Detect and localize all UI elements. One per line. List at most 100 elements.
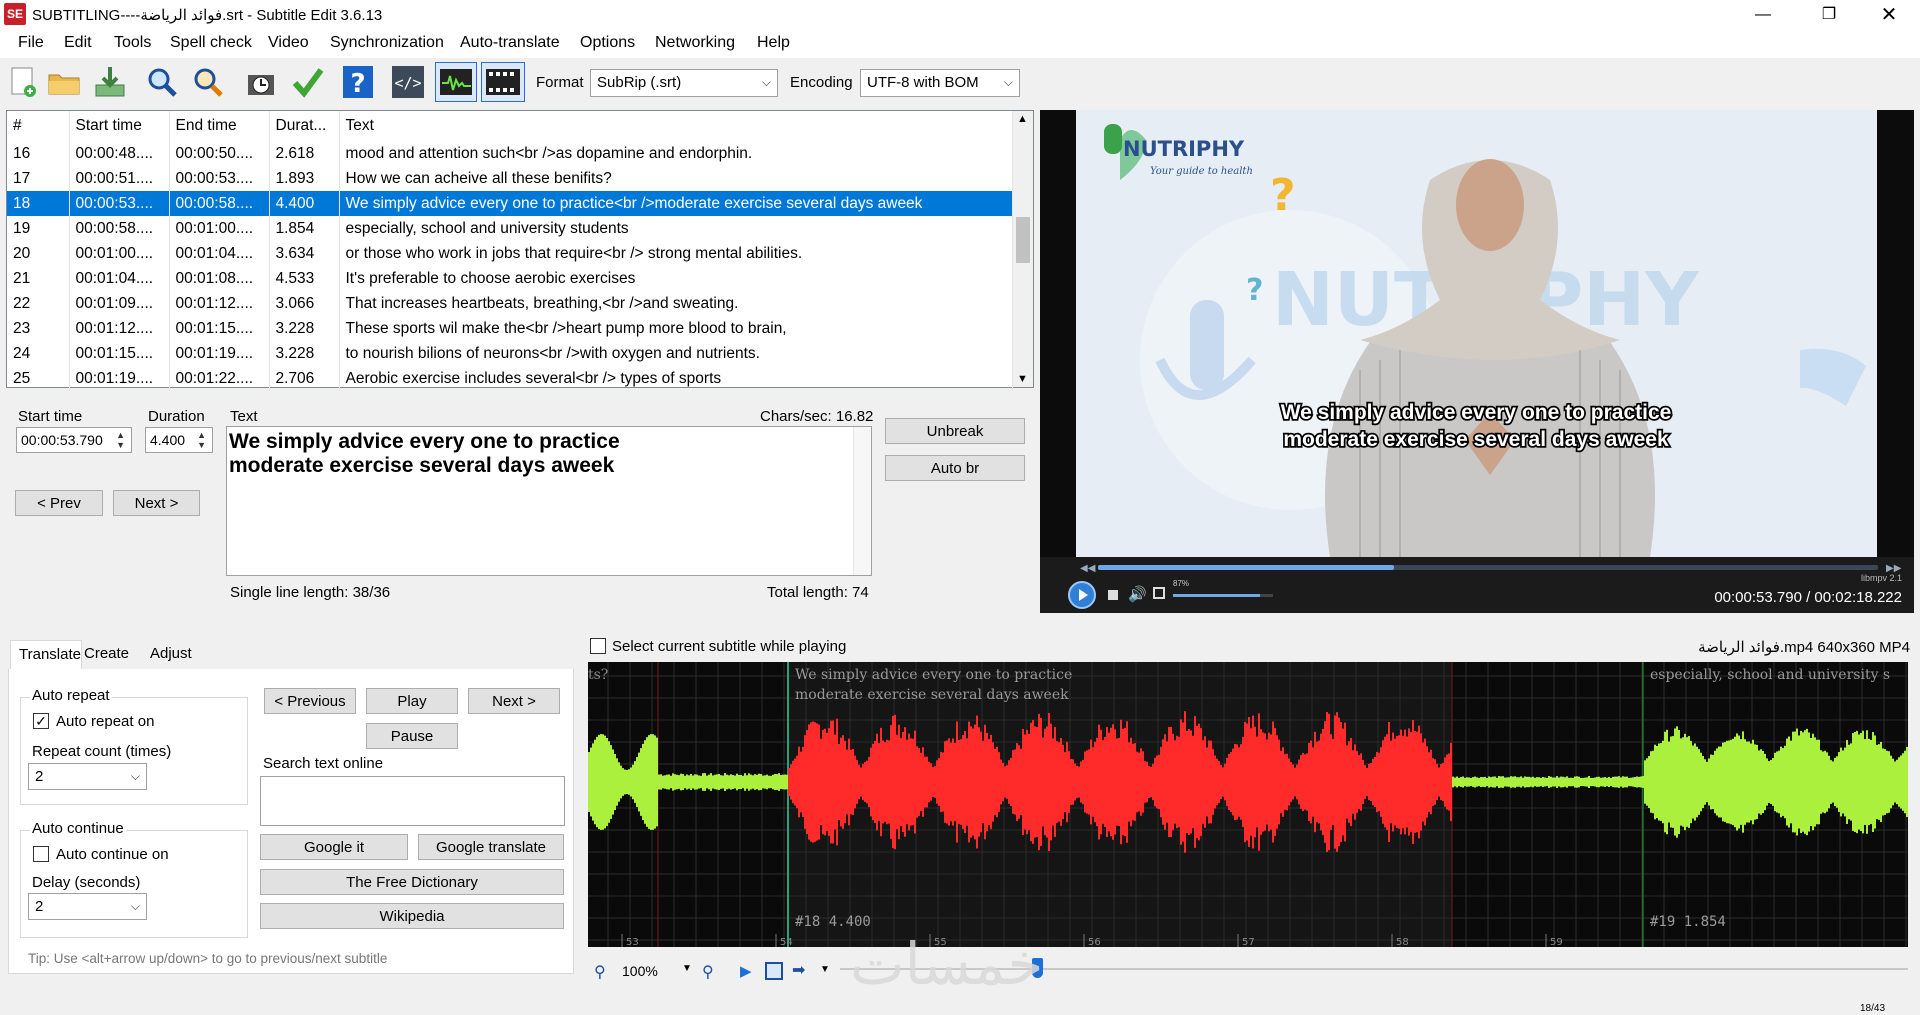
grid-scrollbar[interactable]: ▲ ▼: [1013, 111, 1033, 387]
auto-br-button[interactable]: Auto br: [885, 455, 1025, 481]
volume-slider[interactable]: [1173, 594, 1273, 597]
tab-translate[interactable]: Translate: [10, 640, 82, 670]
close-button[interactable]: ✕: [1866, 0, 1912, 30]
waveform-toggle-icon[interactable]: [435, 62, 477, 102]
textbox-scrollbar[interactable]: [853, 427, 871, 575]
spell-check-icon[interactable]: [290, 62, 326, 102]
zoom-dropdown-icon[interactable]: ▼: [682, 963, 692, 974]
help-icon[interactable]: ?: [340, 62, 376, 102]
video-progress-bar[interactable]: [1098, 565, 1878, 570]
waveform-bar-selected: [886, 739, 888, 825]
google-it-button[interactable]: Google it: [260, 834, 408, 860]
volume-icon[interactable]: 🔊: [1128, 585, 1147, 603]
start-time-label: Start time: [18, 408, 83, 425]
google-translate-button[interactable]: Google translate: [418, 834, 564, 860]
table-row[interactable]: 20 00:01:00.... 00:01:04.... 3.634 or those …: [7, 241, 1013, 266]
video-toggle-icon[interactable]: [481, 62, 525, 102]
stepper-icon[interactable]: ▲ ▼: [197, 430, 206, 450]
table-row[interactable]: 16 00:00:48.... 00:00:50.... 2.618 mood and …: [7, 141, 1013, 166]
table-row[interactable]: 17 00:00:51.... 00:00:53.... 1.893 How we ca…: [7, 166, 1013, 191]
waveform-bar-selected: [1382, 740, 1384, 824]
wikipedia-button[interactable]: Wikipedia: [260, 903, 564, 929]
waveform-panel[interactable]: 53 54 55 56 57 58 59 ts? We simply advice ever…: [588, 662, 1908, 947]
visual-sync-icon[interactable]: [244, 62, 280, 102]
save-download-icon[interactable]: [92, 62, 128, 102]
stop-icon[interactable]: [1108, 590, 1118, 600]
stepper-icon[interactable]: ▲ ▼: [116, 430, 125, 450]
new-file-icon[interactable]: [4, 62, 40, 102]
unbreak-button[interactable]: Unbreak: [885, 418, 1025, 444]
rewind-icon[interactable]: ◀◀: [1080, 563, 1095, 574]
waveform-bar-selected: [990, 734, 992, 830]
tab-create[interactable]: Create: [84, 645, 129, 662]
menu-auto-translate[interactable]: Auto-translate: [460, 34, 560, 52]
menu-networking[interactable]: Networking: [655, 34, 735, 52]
select-while-playing-checkbox[interactable]: [590, 638, 606, 654]
play-selection-icon[interactable]: ▶: [740, 962, 752, 980]
menu-edit[interactable]: Edit: [64, 34, 92, 52]
menu-synchronization[interactable]: Synchronization: [330, 34, 444, 52]
waveform-bar-selected: [948, 738, 950, 826]
prev-button[interactable]: < Prev: [15, 490, 103, 516]
menu-help[interactable]: Help: [757, 34, 790, 52]
tab-adjust[interactable]: Adjust: [150, 645, 192, 662]
source-view-icon[interactable]: </>: [390, 62, 426, 102]
table-row[interactable]: 23 00:01:12.... 00:01:15.... 3.228 These spo…: [7, 316, 1013, 341]
free-dictionary-button[interactable]: The Free Dictionary: [260, 869, 564, 895]
table-row[interactable]: 22 00:01:09.... 00:01:12.... 3.066 That incr…: [7, 291, 1013, 316]
play-button-translate[interactable]: Play: [366, 688, 458, 714]
waveform-bar-selected: [1150, 766, 1152, 798]
next-button[interactable]: Next >: [113, 490, 200, 516]
cell-number: 16: [7, 141, 70, 166]
search-online-input[interactable]: [260, 776, 565, 826]
menu-spell-check[interactable]: Spell check: [170, 34, 252, 52]
forward-dropdown-icon[interactable]: ▼: [820, 964, 830, 975]
waveform-bar: [786, 774, 788, 790]
menu-file[interactable]: File: [18, 34, 44, 52]
minimize-button[interactable]: —: [1740, 0, 1786, 30]
table-row[interactable]: 24 00:01:15.... 00:01:19.... 3.228 to nouris…: [7, 341, 1013, 366]
video-subtitle-line-1: We simply advice every one to practice: [1281, 401, 1672, 424]
start-time-input[interactable]: 00:00:53.790 ▲ ▼: [16, 427, 132, 453]
find-icon[interactable]: [144, 62, 180, 102]
waveform-bar-selected: [1068, 751, 1070, 813]
next-button-translate[interactable]: Next >: [468, 688, 560, 714]
replace-icon[interactable]: [190, 62, 226, 102]
zoom-out-icon[interactable]: ⚲: [594, 962, 606, 982]
scroll-up-icon[interactable]: ▲: [1017, 113, 1028, 125]
play-button[interactable]: [1068, 581, 1096, 609]
menu-tools[interactable]: Tools: [114, 34, 151, 52]
previous-button[interactable]: < Previous: [264, 688, 356, 714]
delay-select[interactable]: 2 ⌵: [28, 893, 147, 920]
table-row[interactable]: 18 00:00:53.... 00:00:58.... 4.400 We simply…: [7, 191, 1013, 216]
encoding-select[interactable]: UTF-8 with BOM ⌵: [860, 69, 1020, 97]
repeat-count-select[interactable]: 2 ⌵: [28, 763, 147, 790]
duration-input[interactable]: 4.400 ▲ ▼: [145, 427, 213, 453]
fullscreen-icon[interactable]: [1153, 587, 1165, 599]
table-row[interactable]: 25 00:01:19.... 00:01:22.... 2.706 Aerobic e…: [7, 366, 1013, 391]
auto-continue-checkbox[interactable]: [33, 846, 49, 862]
col-end-time[interactable]: End time: [169, 111, 270, 141]
scroll-thumb[interactable]: [1016, 217, 1030, 263]
grid-view-icon[interactable]: [765, 962, 783, 980]
subtitle-textbox[interactable]: We simply advice every one to practice m…: [226, 426, 872, 576]
open-folder-icon[interactable]: [46, 62, 82, 102]
col-duration[interactable]: Durat...: [269, 111, 340, 141]
table-row[interactable]: 21 00:01:04.... 00:01:08.... 4.533 It's pref…: [7, 266, 1013, 291]
maximize-button[interactable]: ❐: [1806, 0, 1852, 30]
pause-button[interactable]: Pause: [366, 723, 458, 749]
zoom-value[interactable]: 100%: [622, 963, 658, 979]
col-number[interactable]: #: [7, 111, 70, 141]
forward-icon[interactable]: ➡: [792, 960, 805, 980]
format-select[interactable]: SubRip (.srt) ⌵: [590, 69, 778, 97]
auto-repeat-checkbox[interactable]: ✓: [33, 713, 49, 729]
subtitle-grid[interactable]: # Start time End time Durat... Text 16 00…: [6, 110, 1034, 391]
table-row[interactable]: 19 00:00:58.... 00:01:00.... 1.854 especiall…: [7, 216, 1013, 241]
col-start-time[interactable]: Start time: [69, 111, 170, 141]
video-player[interactable]: ● ? ? ? ? NUTRIPHY health NUTRIPHY Your …: [1040, 110, 1914, 613]
zoom-in-icon[interactable]: ⚲: [702, 962, 714, 982]
menu-options[interactable]: Options: [580, 34, 635, 52]
scroll-down-icon[interactable]: ▼: [1017, 373, 1028, 385]
col-text[interactable]: Text: [339, 111, 1013, 141]
menu-video[interactable]: Video: [268, 34, 309, 52]
